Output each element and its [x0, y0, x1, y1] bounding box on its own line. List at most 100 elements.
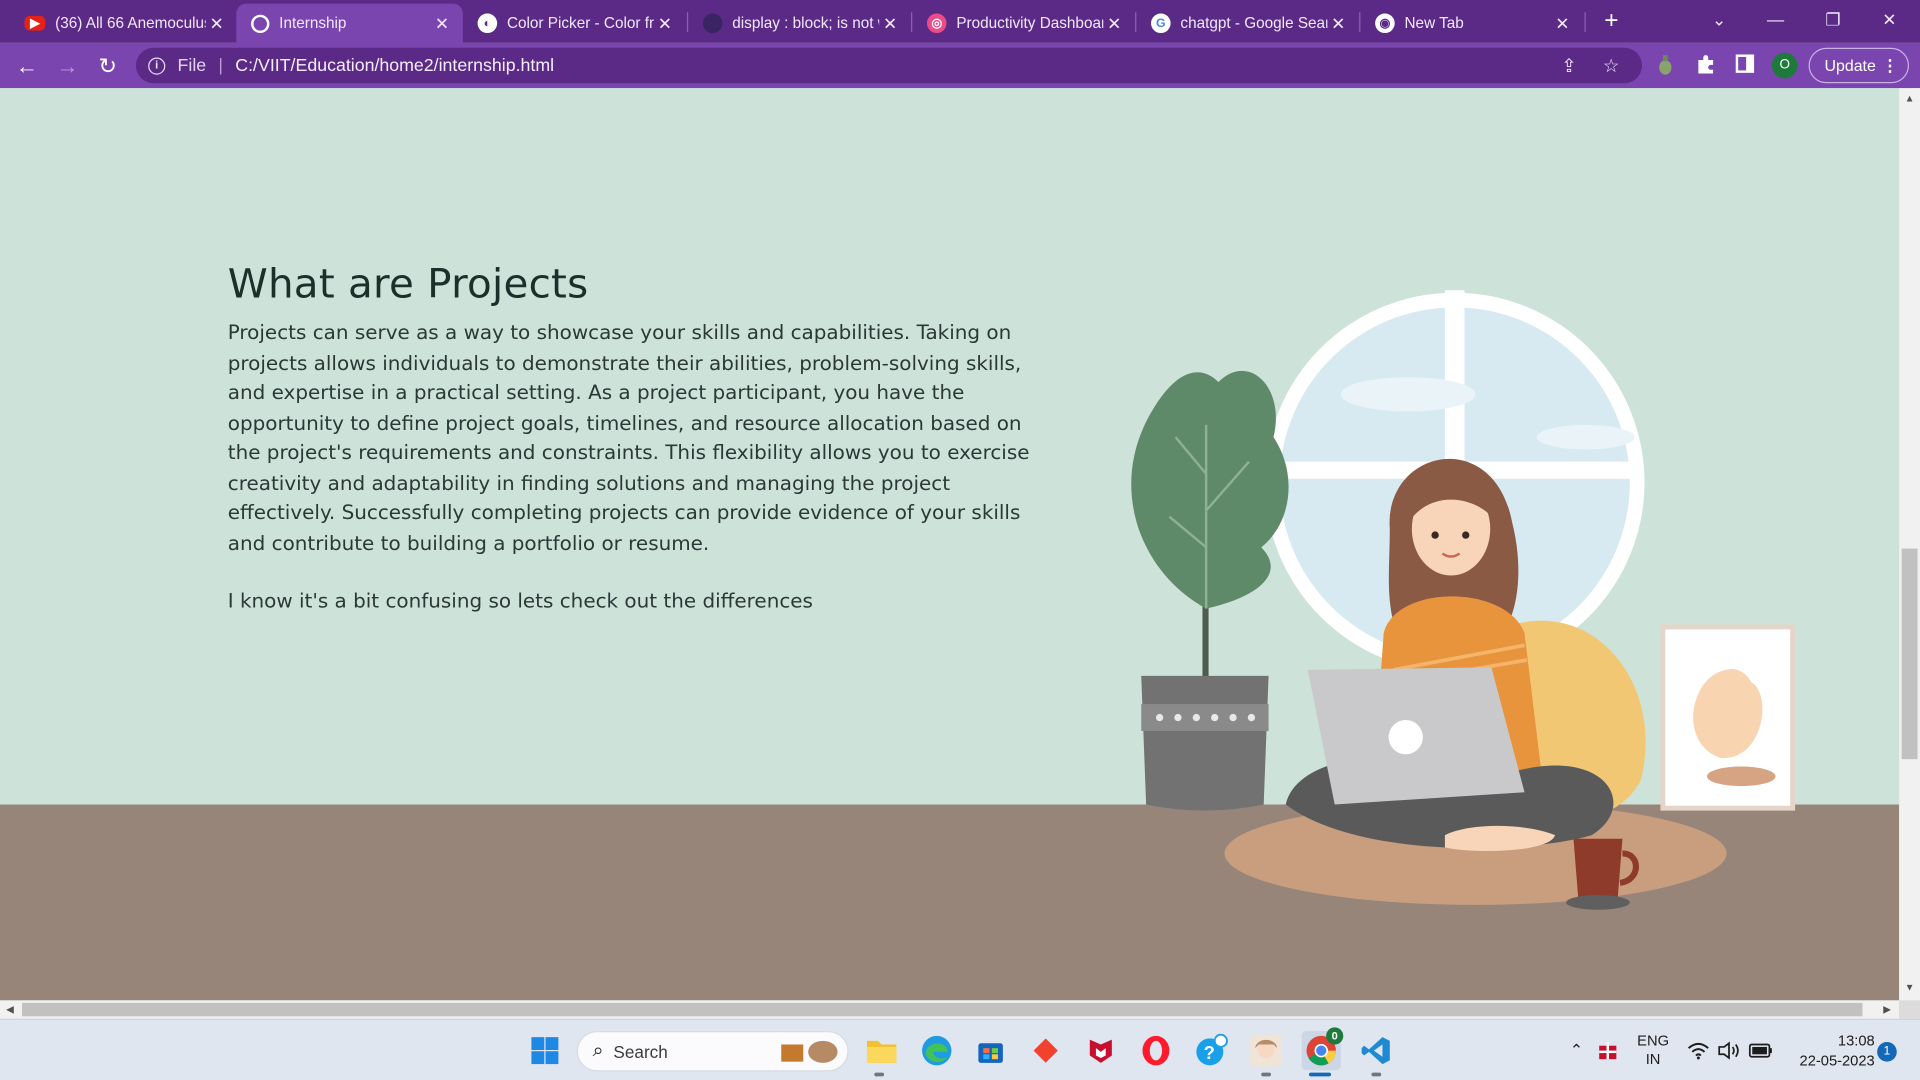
git-icon[interactable]: [1026, 1031, 1065, 1070]
edge-icon[interactable]: [917, 1031, 956, 1070]
language-indicator[interactable]: ENG IN: [1637, 1020, 1669, 1080]
share-icon[interactable]: ⇪: [1561, 54, 1576, 77]
horizontal-scrollbar[interactable]: ◀ ▶: [0, 1000, 1900, 1019]
close-tab-icon[interactable]: ✕: [1551, 13, 1573, 34]
side-panel-icon[interactable]: [1733, 54, 1757, 78]
back-button[interactable]: ←: [11, 50, 43, 82]
google-icon: G: [1151, 13, 1171, 34]
tab-title: chatgpt - Google Search: [1180, 14, 1327, 32]
differences-note: I know it's a bit confusing so lets chec…: [227, 588, 813, 613]
close-tab-icon[interactable]: ✕: [431, 13, 453, 34]
browser-toolbar: ← → ↻ i File | C:/VIIT/Education/home2/i…: [0, 42, 1920, 89]
restore-button[interactable]: ❐: [1815, 5, 1852, 34]
vertical-scrollbar[interactable]: ▲ ▼: [1899, 88, 1920, 1001]
scrollbar-corner: [1899, 1000, 1920, 1019]
opera-icon[interactable]: [1136, 1031, 1175, 1070]
tab-title: display : block; is not w: [732, 14, 880, 32]
address-bar[interactable]: i File | C:/VIIT/Education/home2/interns…: [135, 47, 1643, 84]
search-highlight-icon: [781, 1040, 838, 1063]
girl-with-laptop-illustration: [1131, 290, 1796, 910]
projects-description: Projects can serve as a way to showcase …: [227, 320, 1030, 555]
language-label: ENG: [1637, 1032, 1670, 1050]
scroll-right-arrow-icon[interactable]: ▶: [1883, 1000, 1891, 1018]
mcafee-icon[interactable]: [1081, 1031, 1120, 1070]
scheme-label: File: [177, 55, 207, 76]
tab-title: Productivity Dashboard: [956, 14, 1104, 32]
search-placeholder: Search: [613, 1041, 668, 1062]
profile-avatar[interactable]: O: [1771, 52, 1798, 79]
close-tab-icon[interactable]: ✕: [1327, 13, 1349, 34]
new-tab-button[interactable]: +: [1597, 7, 1626, 36]
genshin-icon[interactable]: [1247, 1031, 1286, 1070]
bookmark-star-icon[interactable]: ☆: [1603, 54, 1619, 77]
address-separator: |: [218, 55, 224, 76]
windows-start-icon[interactable]: [525, 1031, 564, 1070]
tab-youtube[interactable]: ▶ (36) All 66 Anemoculus ✕: [10, 4, 238, 43]
svg-text:?: ?: [1204, 1042, 1215, 1063]
running-indicator: [1371, 1072, 1382, 1077]
scroll-up-arrow-icon[interactable]: ▲: [1899, 93, 1920, 104]
running-indicator: [874, 1072, 885, 1077]
extension-icon[interactable]: [1653, 54, 1677, 78]
info-icon[interactable]: i: [148, 56, 166, 75]
file-explorer-icon[interactable]: [862, 1031, 901, 1070]
stackoverflow-icon: [702, 13, 723, 34]
close-tab-icon[interactable]: ✕: [879, 13, 901, 34]
chrome-badge: 0: [1326, 1027, 1344, 1045]
wifi-icon[interactable]: [1687, 1020, 1709, 1080]
colorpicker-icon: ◐: [477, 13, 498, 34]
tab-title: (36) All 66 Anemoculus: [55, 14, 206, 32]
update-label: Update: [1824, 56, 1876, 75]
close-tab-icon[interactable]: ✕: [1103, 13, 1125, 34]
tab-title: Internship: [279, 14, 347, 32]
close-window-button[interactable]: ✕: [1871, 5, 1908, 34]
active-indicator: [1308, 1072, 1332, 1077]
region-label: IN: [1645, 1050, 1661, 1068]
store-icon[interactable]: [971, 1031, 1010, 1070]
update-button[interactable]: Update ⋮: [1808, 47, 1909, 84]
tab-stackoverflow[interactable]: display : block; is not w ✕: [688, 4, 911, 43]
windows-taskbar: ⌕ Search ? 0 ⌃ ENG IN 13:08 22-05-2023 1: [0, 1018, 1920, 1080]
tab-separator: [1584, 12, 1586, 32]
globe-icon: [251, 14, 270, 33]
close-tab-icon[interactable]: ✕: [206, 13, 228, 34]
tab-title: New Tab: [1404, 14, 1464, 32]
close-tab-icon[interactable]: ✕: [654, 13, 676, 34]
menu-icon[interactable]: ⋮: [1882, 49, 1898, 82]
chrome-icon: ◉: [1375, 13, 1395, 34]
dribbble-icon: ◎: [926, 13, 947, 34]
taskbar-clock[interactable]: 13:08 22-05-2023: [1779, 1031, 1875, 1070]
tab-new-tab[interactable]: ◉ New Tab ✕: [1360, 4, 1583, 43]
battery-icon[interactable]: [1748, 1020, 1773, 1080]
tab-title: Color Picker - Color from: [506, 14, 654, 32]
tab-search-dropdown-icon[interactable]: ⌄: [1701, 5, 1738, 34]
tab-dribbble[interactable]: ◎ Productivity Dashboard ✕: [912, 4, 1135, 43]
extensions-puzzle-icon[interactable]: [1693, 54, 1717, 78]
skype-icon[interactable]: ?: [1191, 1031, 1230, 1070]
notification-badge[interactable]: 1: [1877, 1042, 1897, 1062]
scroll-left-arrow-icon[interactable]: ◀: [6, 1000, 14, 1018]
scroll-down-arrow-icon[interactable]: ▼: [1899, 982, 1920, 993]
page-viewport: What are Projects Projects can serve as …: [0, 88, 1900, 1001]
tab-internship[interactable]: Internship ✕: [236, 3, 463, 43]
tab-color-picker[interactable]: ◐ Color Picker - Color from ✕: [463, 4, 686, 43]
youtube-icon: ▶: [24, 15, 46, 31]
clock-time: 13:08: [1837, 1032, 1875, 1050]
show-hidden-icons-icon[interactable]: ⌃: [1570, 1020, 1583, 1080]
url-text[interactable]: C:/VIIT/Education/home2/internship.html: [235, 56, 554, 76]
tray-app-icon[interactable]: [1597, 1020, 1619, 1080]
chrome-icon[interactable]: 0: [1301, 1027, 1344, 1071]
vertical-scroll-thumb[interactable]: [1901, 548, 1918, 760]
running-indicator: [1261, 1072, 1272, 1077]
tab-strip: ▶ (36) All 66 Anemoculus ✕ Internship ✕ …: [0, 0, 1920, 43]
tab-google[interactable]: G chatgpt - Google Search ✕: [1136, 4, 1359, 43]
volume-icon[interactable]: [1717, 1020, 1741, 1080]
forward-button[interactable]: →: [51, 50, 83, 82]
search-icon: ⌕: [592, 1040, 604, 1062]
horizontal-scroll-thumb[interactable]: [22, 1002, 1863, 1017]
taskbar-search-box[interactable]: ⌕ Search: [576, 1031, 849, 1072]
minimize-button[interactable]: —: [1757, 5, 1794, 34]
page-heading: What are Projects: [227, 259, 589, 308]
reload-button[interactable]: ↻: [92, 50, 124, 82]
vscode-icon[interactable]: [1357, 1031, 1396, 1070]
